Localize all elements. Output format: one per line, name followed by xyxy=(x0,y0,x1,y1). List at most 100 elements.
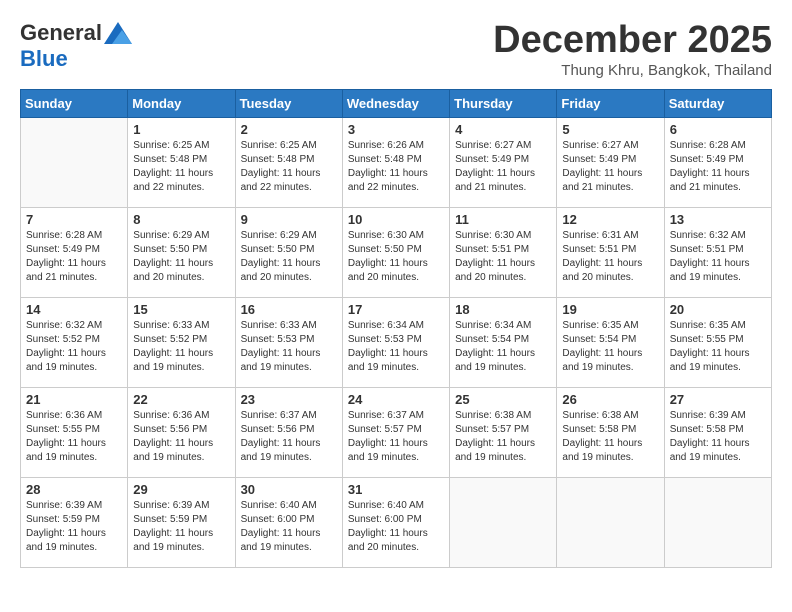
day-info: Sunrise: 6:40 AMSunset: 6:00 PMDaylight:… xyxy=(241,499,337,555)
day-number: 25 xyxy=(455,392,551,407)
day-info: Sunrise: 6:32 AMSunset: 5:52 PMDaylight:… xyxy=(26,319,122,375)
calendar-cell: 27Sunrise: 6:39 AMSunset: 5:58 PMDayligh… xyxy=(664,387,771,477)
day-number: 4 xyxy=(455,122,551,137)
day-number: 30 xyxy=(241,482,337,497)
day-number: 22 xyxy=(133,392,229,407)
calendar-cell: 20 Sunrise: 6:35 AMSunset: 5:55 PMDayligh… xyxy=(664,297,771,387)
calendar-cell: 12Sunrise: 6:31 AMSunset: 5:51 PMDayligh… xyxy=(557,207,664,297)
calendar-day-header: Thursday xyxy=(450,89,557,117)
day-number: 11 xyxy=(455,212,551,227)
day-number: 20 xyxy=(670,302,766,317)
day-info: Sunrise: 6:36 AMSunset: 5:56 PMDaylight:… xyxy=(133,409,229,465)
calendar-day-header: Tuesday xyxy=(235,89,342,117)
calendar-cell: 31 Sunrise: 6:40 AMSunset: 6:00 PMDayligh… xyxy=(342,477,449,567)
calendar-cell: 23 Sunrise: 6:37 AMSunset: 5:56 PMDayligh… xyxy=(235,387,342,477)
calendar-cell: 24 Sunrise: 6:37 AMSunset: 5:57 PMDayligh… xyxy=(342,387,449,477)
calendar-cell: 13 Sunrise: 6:32 AMSunset: 5:51 PMDayligh… xyxy=(664,207,771,297)
day-info: Sunrise: 6:30 AMSunset: 5:50 PMDaylight:… xyxy=(348,229,444,285)
day-number: 10 xyxy=(348,212,444,227)
calendar-week-row: 1 Sunrise: 6:25 AMSunset: 5:48 PMDaylight… xyxy=(21,117,772,207)
page-header: General Blue December 2025 Thung Khru, B… xyxy=(20,20,772,79)
calendar-day-header: Friday xyxy=(557,89,664,117)
logo-general: General xyxy=(20,20,102,46)
calendar-cell xyxy=(664,477,771,567)
calendar-cell: 2 Sunrise: 6:25 AMSunset: 5:48 PMDaylight… xyxy=(235,117,342,207)
calendar-cell: 4 Sunrise: 6:27 AMSunset: 5:49 PMDaylight… xyxy=(450,117,557,207)
calendar-week-row: 21 Sunrise: 6:36 AMSunset: 5:55 PMDayligh… xyxy=(21,387,772,477)
day-info: Sunrise: 6:40 AMSunset: 6:00 PMDaylight:… xyxy=(348,499,444,555)
calendar-header-row: SundayMondayTuesdayWednesdayThursdayFrid… xyxy=(21,89,772,117)
month-title: December 2025 xyxy=(493,20,772,62)
logo-blue: Blue xyxy=(20,46,68,72)
day-info: Sunrise: 6:37 AMSunset: 5:57 PMDaylight:… xyxy=(348,409,444,465)
day-info: Sunrise: 6:34 AMSunset: 5:53 PMDaylight:… xyxy=(348,319,444,375)
day-number: 1 xyxy=(133,122,229,137)
calendar-cell: 3Sunrise: 6:26 AMSunset: 5:48 PMDaylight… xyxy=(342,117,449,207)
calendar-cell: 7 Sunrise: 6:28 AMSunset: 5:49 PMDaylight… xyxy=(21,207,128,297)
calendar-cell: 11 Sunrise: 6:30 AMSunset: 5:51 PMDayligh… xyxy=(450,207,557,297)
day-number: 21 xyxy=(26,392,122,407)
calendar-cell: 1 Sunrise: 6:25 AMSunset: 5:48 PMDaylight… xyxy=(128,117,235,207)
calendar-day-header: Saturday xyxy=(664,89,771,117)
calendar-cell: 9Sunrise: 6:29 AMSunset: 5:50 PMDaylight… xyxy=(235,207,342,297)
calendar-cell: 18Sunrise: 6:34 AMSunset: 5:54 PMDayligh… xyxy=(450,297,557,387)
day-number: 27 xyxy=(670,392,766,407)
day-number: 13 xyxy=(670,212,766,227)
day-info: Sunrise: 6:35 AMSunset: 5:55 PMDaylight:… xyxy=(670,319,766,375)
calendar-cell: 6Sunrise: 6:28 AMSunset: 5:49 PMDaylight… xyxy=(664,117,771,207)
day-number: 26 xyxy=(562,392,658,407)
calendar-table: SundayMondayTuesdayWednesdayThursdayFrid… xyxy=(20,89,772,568)
day-info: Sunrise: 6:38 AMSunset: 5:57 PMDaylight:… xyxy=(455,409,551,465)
day-number: 23 xyxy=(241,392,337,407)
calendar-cell: 21 Sunrise: 6:36 AMSunset: 5:55 PMDayligh… xyxy=(21,387,128,477)
day-info: Sunrise: 6:25 AMSunset: 5:48 PMDaylight:… xyxy=(133,139,229,195)
calendar-cell xyxy=(21,117,128,207)
calendar-cell: 28Sunrise: 6:39 AMSunset: 5:59 PMDayligh… xyxy=(21,477,128,567)
day-number: 2 xyxy=(241,122,337,137)
calendar-cell xyxy=(557,477,664,567)
day-number: 8 xyxy=(133,212,229,227)
calendar-cell: 15Sunrise: 6:33 AMSunset: 5:52 PMDayligh… xyxy=(128,297,235,387)
day-info: Sunrise: 6:33 AMSunset: 5:53 PMDaylight:… xyxy=(241,319,337,375)
day-info: Sunrise: 6:37 AMSunset: 5:56 PMDaylight:… xyxy=(241,409,337,465)
calendar-cell: 26 Sunrise: 6:38 AMSunset: 5:58 PMDayligh… xyxy=(557,387,664,477)
calendar-cell: 25 Sunrise: 6:38 AMSunset: 5:57 PMDayligh… xyxy=(450,387,557,477)
day-number: 7 xyxy=(26,212,122,227)
day-number: 5 xyxy=(562,122,658,137)
day-info: Sunrise: 6:30 AMSunset: 5:51 PMDaylight:… xyxy=(455,229,551,285)
day-info: Sunrise: 6:29 AMSunset: 5:50 PMDaylight:… xyxy=(133,229,229,285)
calendar-week-row: 14 Sunrise: 6:32 AMSunset: 5:52 PMDayligh… xyxy=(21,297,772,387)
calendar-cell: 22 Sunrise: 6:36 AMSunset: 5:56 PMDayligh… xyxy=(128,387,235,477)
day-info: Sunrise: 6:32 AMSunset: 5:51 PMDaylight:… xyxy=(670,229,766,285)
day-number: 12 xyxy=(562,212,658,227)
day-info: Sunrise: 6:25 AMSunset: 5:48 PMDaylight:… xyxy=(241,139,337,195)
calendar-cell: 30 Sunrise: 6:40 AMSunset: 6:00 PMDayligh… xyxy=(235,477,342,567)
day-info: Sunrise: 6:27 AMSunset: 5:49 PMDaylight:… xyxy=(455,139,551,195)
calendar-cell: 14 Sunrise: 6:32 AMSunset: 5:52 PMDayligh… xyxy=(21,297,128,387)
day-info: Sunrise: 6:35 AMSunset: 5:54 PMDaylight:… xyxy=(562,319,658,375)
day-number: 18 xyxy=(455,302,551,317)
day-number: 9 xyxy=(241,212,337,227)
day-number: 14 xyxy=(26,302,122,317)
calendar-cell: 29Sunrise: 6:39 AMSunset: 5:59 PMDayligh… xyxy=(128,477,235,567)
calendar-cell xyxy=(450,477,557,567)
calendar-day-header: Wednesday xyxy=(342,89,449,117)
logo-icon xyxy=(104,22,132,44)
calendar-cell: 16 Sunrise: 6:33 AMSunset: 5:53 PMDayligh… xyxy=(235,297,342,387)
day-info: Sunrise: 6:36 AMSunset: 5:55 PMDaylight:… xyxy=(26,409,122,465)
calendar-cell: 17Sunrise: 6:34 AMSunset: 5:53 PMDayligh… xyxy=(342,297,449,387)
day-info: Sunrise: 6:38 AMSunset: 5:58 PMDaylight:… xyxy=(562,409,658,465)
day-info: Sunrise: 6:33 AMSunset: 5:52 PMDaylight:… xyxy=(133,319,229,375)
day-number: 3 xyxy=(348,122,444,137)
calendar-cell: 5Sunrise: 6:27 AMSunset: 5:49 PMDaylight… xyxy=(557,117,664,207)
day-info: Sunrise: 6:28 AMSunset: 5:49 PMDaylight:… xyxy=(26,229,122,285)
calendar-cell: 8 Sunrise: 6:29 AMSunset: 5:50 PMDaylight… xyxy=(128,207,235,297)
day-number: 16 xyxy=(241,302,337,317)
day-number: 28 xyxy=(26,482,122,497)
location: Thung Khru, Bangkok, Thailand xyxy=(493,62,772,79)
title-section: December 2025 Thung Khru, Bangkok, Thail… xyxy=(493,20,772,79)
calendar-day-header: Sunday xyxy=(21,89,128,117)
calendar-week-row: 7 Sunrise: 6:28 AMSunset: 5:49 PMDaylight… xyxy=(21,207,772,297)
day-number: 31 xyxy=(348,482,444,497)
day-number: 24 xyxy=(348,392,444,407)
